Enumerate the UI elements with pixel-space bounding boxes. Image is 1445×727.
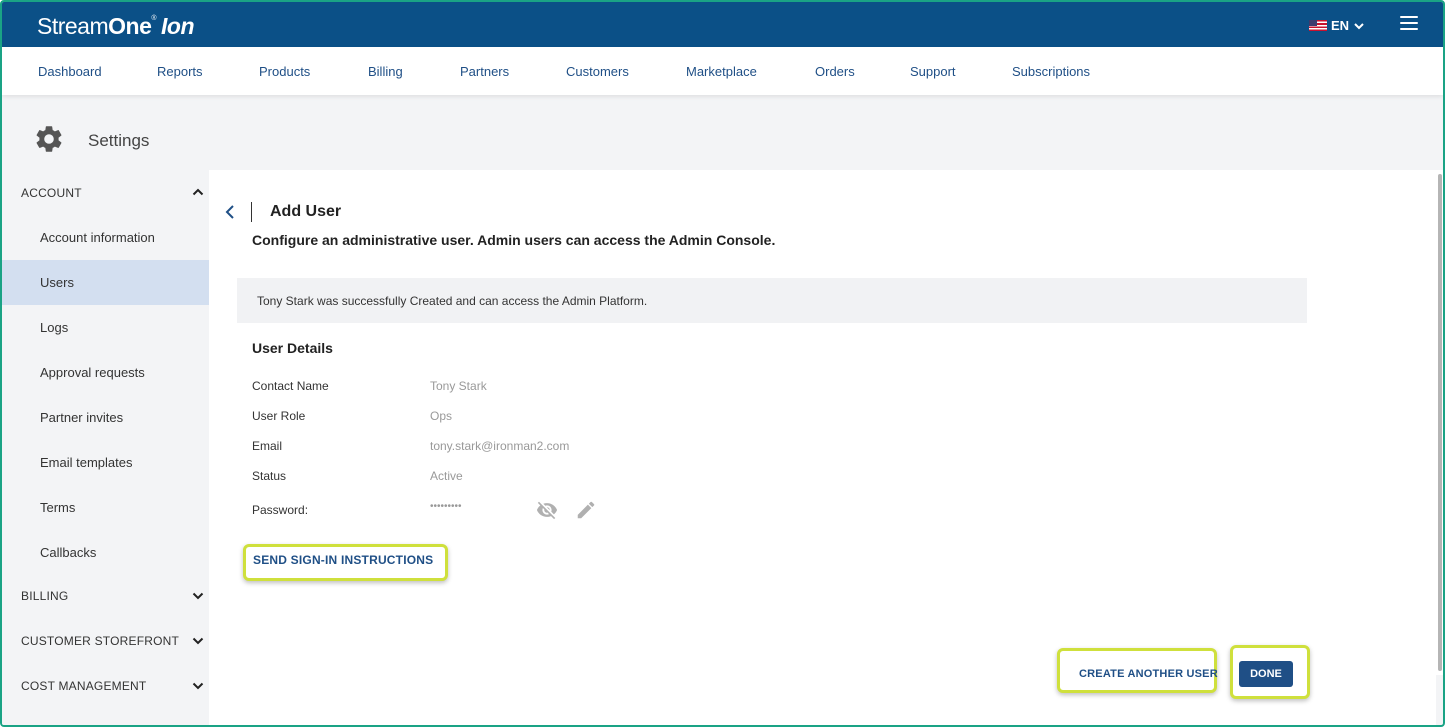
gear-icon	[36, 126, 62, 152]
password-value: •••••••••	[430, 501, 462, 512]
email-label: Email	[252, 439, 283, 453]
create-another-user-button[interactable]: CREATE ANOTHER USER	[1079, 668, 1218, 680]
page-subtitle: Configure an administrative user. Admin …	[252, 232, 776, 248]
success-alert-text: Tony Stark was successfully Created and …	[257, 294, 648, 308]
nav-support[interactable]: Support	[910, 64, 956, 79]
nav-marketplace[interactable]: Marketplace	[686, 64, 757, 79]
sidebar-item-account-information[interactable]: Account information	[2, 215, 209, 260]
contact-name-label: Contact Name	[252, 379, 329, 393]
brand-logo[interactable]: StreamOne® Ion	[37, 13, 195, 40]
success-alert: Tony Stark was successfully Created and …	[237, 278, 1307, 323]
sidebar-section-cost-management[interactable]: COST MANAGEMENT	[21, 679, 146, 693]
email-value: tony.stark@ironman2.com	[430, 439, 570, 453]
scrollbar[interactable]	[1436, 170, 1443, 675]
send-sign-in-instructions-button[interactable]: SEND SIGN-IN INSTRUCTIONS	[253, 553, 433, 567]
contact-name-value: Tony Stark	[430, 379, 487, 393]
nav-dashboard[interactable]: Dashboard	[38, 64, 102, 79]
main-nav: Dashboard Reports Products Billing Partn…	[2, 47, 1443, 95]
app-window: StreamOne® Ion EN Dashboard Reports Produ…	[0, 0, 1445, 727]
nav-products[interactable]: Products	[259, 64, 310, 79]
settings-title: Settings	[88, 131, 150, 150]
status-label: Status	[252, 469, 287, 483]
top-bar: StreamOne® Ion EN	[2, 2, 1443, 47]
sidebar-item-terms[interactable]: Terms	[2, 485, 209, 530]
sidebar-item-email-templates[interactable]: Email templates	[2, 440, 209, 485]
us-flag-icon	[1308, 20, 1327, 31]
nav-customers[interactable]: Customers	[566, 64, 629, 79]
sidebar-item-callbacks[interactable]: Callbacks	[2, 530, 209, 575]
language-label: EN	[1330, 18, 1349, 33]
page-title: Add User	[270, 203, 342, 220]
main-panel	[209, 170, 1436, 725]
language-selector[interactable]: EN	[1308, 18, 1365, 33]
sidebar-item-partner-invites[interactable]: Partner invites	[2, 395, 209, 440]
sidebar-section-billing[interactable]: BILLING	[21, 589, 68, 603]
chevron-down-icon[interactable]	[192, 590, 204, 602]
chevron-down-icon[interactable]	[192, 635, 204, 647]
sidebar-item-logs[interactable]: Logs	[2, 305, 209, 350]
chevron-left-icon[interactable]	[223, 203, 237, 221]
nav-billing[interactable]: Billing	[368, 64, 403, 79]
user-role-value: Ops	[430, 409, 453, 423]
sidebar-section-customer-storefront[interactable]: CUSTOMER STOREFRONT	[21, 634, 179, 648]
sidebar-section-account[interactable]: ACCOUNT	[21, 186, 82, 200]
nav-orders[interactable]: Orders	[815, 64, 855, 79]
user-details-title: User Details	[252, 340, 333, 356]
eye-off-icon[interactable]	[536, 499, 558, 521]
chevron-up-icon[interactable]	[192, 186, 204, 198]
user-role-label: User Role	[252, 409, 306, 423]
pencil-icon[interactable]	[575, 499, 597, 521]
hamburger-menu-icon[interactable]	[1400, 16, 1418, 30]
chevron-down-icon[interactable]	[192, 680, 204, 692]
password-label: Password:	[252, 503, 309, 517]
chevron-down-icon	[1354, 22, 1364, 29]
sidebar-item-approval-requests[interactable]: Approval requests	[2, 350, 209, 395]
sidebar-item-users[interactable]: Users	[2, 260, 209, 305]
nav-reports[interactable]: Reports	[157, 64, 203, 79]
done-button[interactable]: DONE	[1239, 661, 1293, 687]
title-divider	[251, 202, 252, 222]
nav-partners[interactable]: Partners	[460, 64, 509, 79]
nav-subscriptions[interactable]: Subscriptions	[1012, 64, 1090, 79]
status-value: Active	[430, 469, 463, 483]
